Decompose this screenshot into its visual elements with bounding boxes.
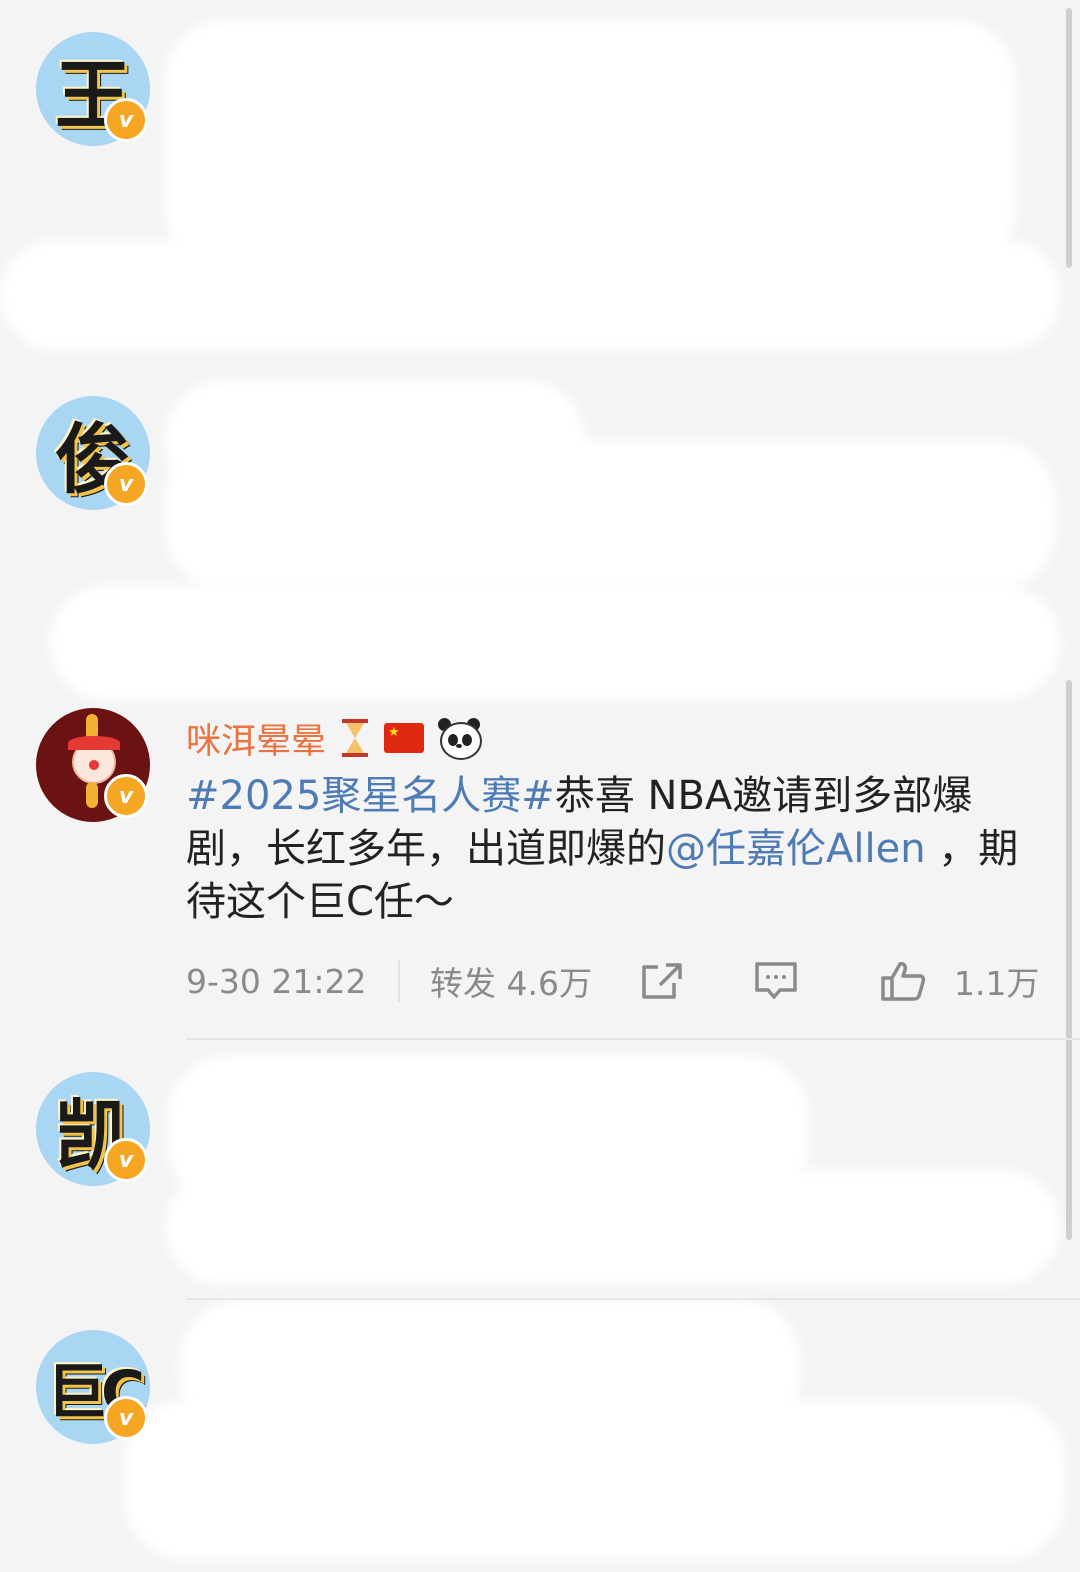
avatar[interactable]: 王 v (36, 32, 150, 146)
clown-face-icon (68, 736, 120, 784)
repost-button[interactable]: 转发 4.6万 (430, 957, 640, 1005)
redacted-region (165, 20, 1015, 270)
verified-badge-icon: v (104, 1138, 148, 1182)
divider (186, 1298, 1080, 1300)
like-count[interactable]: 1.1万 (954, 957, 1039, 1005)
verified-badge-icon: v (104, 1396, 148, 1440)
redacted-region (125, 1400, 1065, 1560)
hashtag-link[interactable]: #2025聚星名人赛# (186, 773, 555, 819)
divider (186, 1038, 1080, 1040)
post-header: 咪洱晕晕 ★ (186, 712, 1046, 764)
panda-icon (438, 718, 483, 760)
verified-badge-icon: v (104, 98, 148, 142)
post-time: 9-30 21:22 (186, 961, 367, 1001)
redacted-region (165, 1170, 1060, 1285)
avatar[interactable]: 俊 v (36, 396, 150, 510)
like-icon[interactable] (880, 960, 926, 1002)
username[interactable]: 咪洱晕晕 (186, 713, 326, 764)
mention-link[interactable]: @任嘉伦Allen (666, 826, 926, 872)
post-content: #2025聚星名人赛#恭喜 NBA邀请到多部爆剧，长红多年，出道即爆的@任嘉伦A… (186, 770, 1046, 929)
post: 咪洱晕晕 ★ #2025聚星名人赛#恭喜 NBA邀请到多部爆剧，长红多年，出道即… (186, 712, 1046, 1007)
verified-badge-icon: v (104, 462, 148, 506)
avatar[interactable]: 凯 v (36, 1072, 150, 1186)
share-icon[interactable] (640, 961, 684, 1001)
avatar[interactable]: 巨C v (36, 1330, 150, 1444)
post-actions: 9-30 21:22 转发 4.6万 1.1万 (186, 955, 1046, 1007)
divider (398, 960, 400, 1002)
redacted-region (0, 240, 1060, 350)
redacted-region (50, 585, 1060, 700)
pointing-finger-icon (86, 782, 98, 808)
comment-icon[interactable] (754, 961, 798, 1001)
china-flag-icon: ★ (384, 723, 425, 753)
avatar[interactable]: v (36, 708, 150, 822)
hourglass-icon (340, 719, 370, 757)
verified-badge-icon: v (104, 774, 148, 818)
redacted-region (165, 440, 1055, 590)
scrollbar[interactable] (1066, 680, 1072, 1240)
scrollbar[interactable] (1066, 8, 1072, 268)
